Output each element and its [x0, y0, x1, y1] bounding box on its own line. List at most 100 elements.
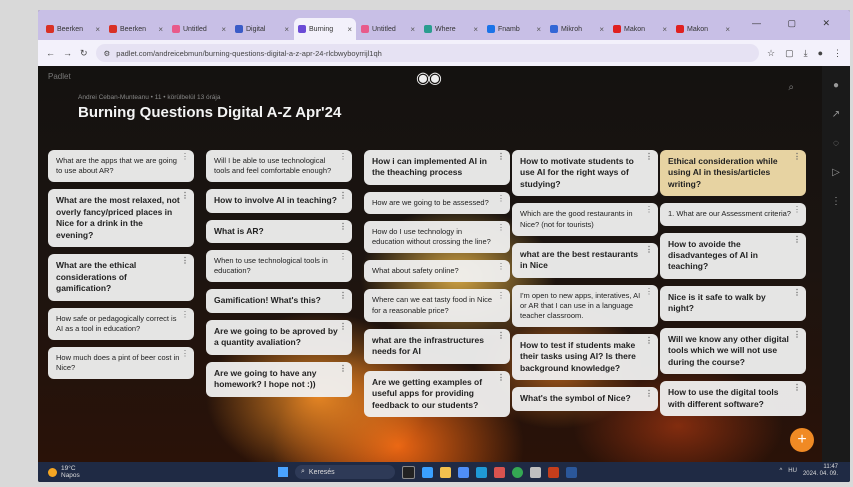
search-icon[interactable]: ⌕ [788, 82, 794, 93]
post-menu-icon[interactable]: ⋮ [793, 330, 801, 339]
post-card[interactable]: What are the most relaxed, not overly fa… [48, 189, 194, 248]
post-card[interactable]: Are we going to be aproved by a quantity… [206, 319, 352, 355]
office-icon[interactable] [494, 466, 505, 478]
extension-icon[interactable]: ▢ [785, 48, 794, 59]
widgets-icon[interactable] [422, 466, 433, 478]
post-menu-icon[interactable]: ⋮ [793, 153, 801, 161]
slideshow-icon[interactable]: ▷ [832, 167, 840, 178]
post-menu-icon[interactable]: ⋮ [497, 224, 505, 232]
post-menu-icon[interactable]: ⋮ [339, 153, 347, 161]
post-card[interactable]: How safe or pedagogically correct is AI … [48, 307, 194, 340]
post-card[interactable]: What are the ethical considerations of g… [48, 254, 194, 301]
padlet-logo[interactable]: Padlet [48, 72, 71, 81]
post-menu-icon[interactable]: ⋮ [497, 292, 505, 300]
task-view-icon[interactable] [402, 465, 415, 479]
edge-icon[interactable] [476, 466, 487, 478]
post-card[interactable]: What's the symbol of Nice? ⋮ [512, 387, 658, 411]
browser-tab[interactable]: Fnamb × [483, 18, 545, 40]
post-card[interactable]: How to test if students make their tasks… [512, 333, 658, 381]
post-menu-icon[interactable]: ⋮ [645, 153, 653, 161]
browser-tab[interactable]: Beerken × [42, 18, 104, 40]
post-card[interactable]: Which are the good restaurants in Nice? … [512, 203, 658, 236]
site-info-icon[interactable]: ⚙ [104, 49, 111, 58]
post-card[interactable]: I'm open to new apps, interatives, AI or… [512, 284, 658, 327]
powerpoint-icon[interactable] [548, 466, 559, 478]
post-menu-icon[interactable]: ⋮ [497, 331, 505, 340]
browser-tab[interactable]: Where × [420, 18, 482, 40]
browser-tab[interactable]: Makon × [609, 18, 671, 40]
post-menu-icon[interactable]: ⋮ [793, 288, 801, 297]
tray-lang[interactable]: HU [788, 468, 797, 474]
browser-tab[interactable]: Beerken × [105, 18, 167, 40]
reload-icon[interactable]: ↻ [80, 48, 88, 59]
post-card[interactable]: Gamification! What's this? ⋮ [206, 289, 352, 313]
close-tab-icon[interactable]: × [158, 25, 163, 34]
post-card[interactable]: Where can we eat tasty food in Nice for … [364, 289, 510, 322]
close-tab-icon[interactable]: × [410, 25, 415, 34]
post-card[interactable]: Nice is it safe to walk by night? ⋮ [660, 285, 806, 321]
post-menu-icon[interactable]: ⋮ [645, 206, 653, 214]
clock[interactable]: 11:47 2024. 04. 09. [803, 464, 838, 478]
chrome-icon[interactable] [512, 466, 523, 478]
post-card[interactable]: How to use the digital tools with differ… [660, 381, 806, 417]
post-card[interactable]: Are we getting examples of useful apps f… [364, 370, 510, 418]
post-menu-icon[interactable]: ⋮ [645, 390, 653, 398]
post-menu-icon[interactable]: ⋮ [181, 257, 189, 265]
browser-tab[interactable]: Digital × [231, 18, 293, 40]
back-icon[interactable]: ← [46, 48, 55, 58]
post-card[interactable]: How to motivate students to use AI for t… [512, 150, 658, 197]
post-card[interactable]: Will I be able to use technological tool… [206, 150, 352, 183]
url-field[interactable]: ⚙ padlet.com/andreicebmun/burning-questi… [95, 44, 759, 62]
post-menu-icon[interactable]: ⋮ [497, 373, 505, 382]
star-icon[interactable]: ☆ [767, 48, 775, 59]
post-menu-icon[interactable]: ⋮ [497, 263, 505, 271]
post-card[interactable]: What are the apps that we are going to u… [48, 150, 194, 183]
post-card[interactable]: Are we going to have any homework? I hop… [206, 361, 352, 397]
post-card[interactable]: what are the best restaurants in Nice ⋮ [512, 242, 658, 278]
close-tab-icon[interactable]: × [473, 25, 478, 34]
close-tab-icon[interactable]: × [284, 25, 289, 34]
post-menu-icon[interactable]: ⋮ [339, 222, 347, 231]
comment-icon[interactable]: ◌ [833, 138, 839, 149]
post-menu-icon[interactable]: ⋮ [645, 287, 653, 296]
chevron-up-icon[interactable]: ^ [779, 468, 782, 474]
post-card[interactable]: What about safety online? ⋮ [364, 260, 510, 283]
taskbar-search[interactable]: ⌕ Keresés [295, 465, 395, 479]
close-tab-icon[interactable]: × [662, 25, 667, 34]
post-menu-icon[interactable]: ⋮ [181, 310, 189, 319]
share-icon[interactable]: ↗ [832, 109, 840, 120]
file-explorer-icon[interactable] [440, 466, 451, 478]
post-card[interactable]: what are the infrastructures needs for A… [364, 328, 510, 364]
mail-icon[interactable] [458, 466, 469, 478]
post-card[interactable]: How to involve AI in teaching? ⋮ [206, 189, 352, 213]
more-icon[interactable]: ⋮ [831, 196, 841, 207]
browser-tab[interactable]: Burning × [294, 18, 356, 40]
post-card[interactable]: How i can implemented AI in the theachin… [364, 150, 510, 185]
post-menu-icon[interactable]: ⋮ [793, 384, 801, 392]
profile-icon[interactable]: ● [818, 48, 823, 59]
browser-tab[interactable]: Untitled × [357, 18, 419, 40]
post-menu-icon[interactable]: ⋮ [339, 192, 347, 200]
notes-icon[interactable] [530, 466, 541, 478]
post-menu-icon[interactable]: ⋮ [645, 245, 653, 254]
post-menu-icon[interactable]: ⋮ [793, 206, 801, 214]
post-card[interactable]: How do I use technology in education wit… [364, 221, 510, 254]
post-menu-icon[interactable]: ⋮ [497, 194, 505, 203]
close-tab-icon[interactable]: × [536, 25, 541, 34]
post-card[interactable]: 1. What are our Assessment criteria? ⋮ [660, 203, 806, 226]
download-icon[interactable]: ⤓ [804, 48, 808, 59]
post-card[interactable]: How much does a pint of beer cost in Nic… [48, 346, 194, 380]
post-menu-icon[interactable]: ⋮ [339, 364, 347, 373]
post-menu-icon[interactable]: ⋮ [497, 153, 505, 161]
close-tab-icon[interactable]: × [725, 25, 730, 34]
post-card[interactable]: How are we going to be assessed? ⋮ [364, 191, 510, 215]
post-card[interactable]: When to use technological tools in educa… [206, 250, 352, 283]
post-card[interactable]: Will we know any other digital tools whi… [660, 327, 806, 375]
weather-widget[interactable]: 19°C Napos [48, 465, 80, 479]
browser-tab[interactable]: Makon × [672, 18, 734, 40]
word-icon[interactable] [566, 466, 577, 478]
post-menu-icon[interactable]: ⋮ [181, 192, 189, 200]
post-menu-icon[interactable]: ⋮ [181, 349, 189, 358]
close-tab-icon[interactable]: × [599, 25, 604, 34]
post-menu-icon[interactable]: ⋮ [645, 336, 653, 345]
